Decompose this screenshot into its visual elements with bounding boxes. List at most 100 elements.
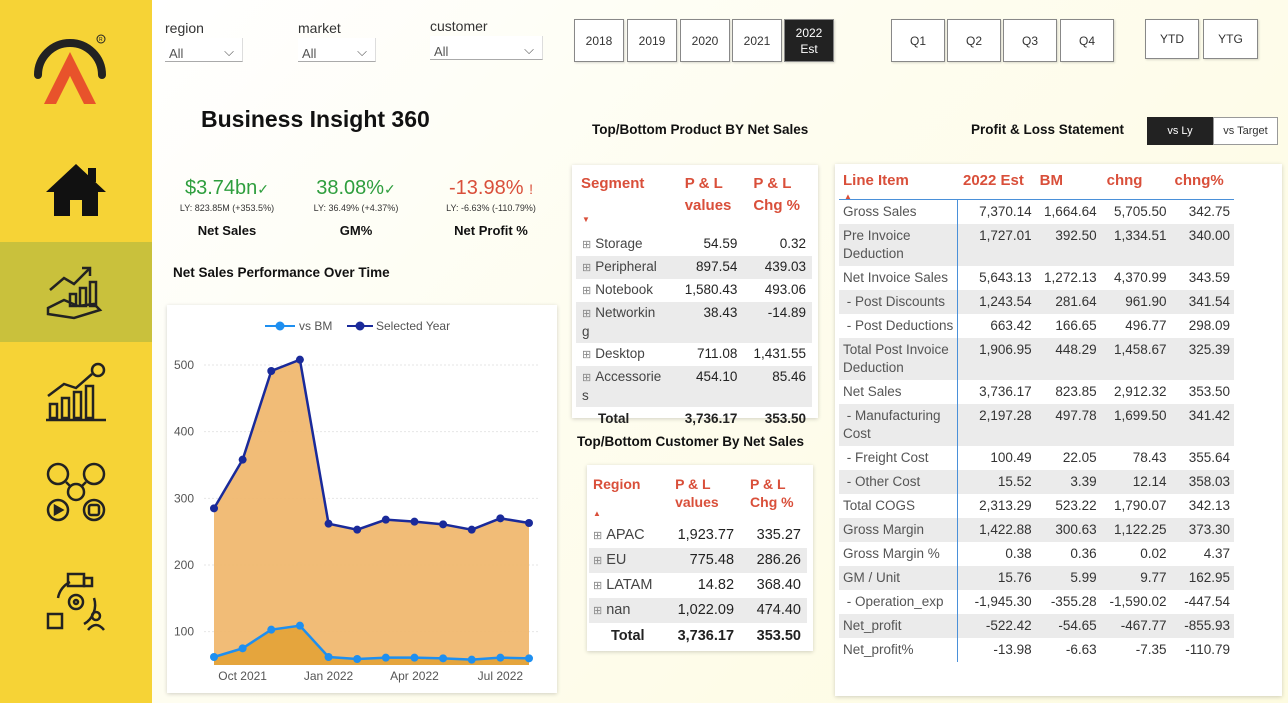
table-row[interactable]: ⊞ Storage 54.59 0.32	[576, 233, 812, 256]
quarter-button-q2[interactable]: Q2	[947, 19, 1001, 62]
table-cell: 15.52	[956, 470, 1036, 494]
market-filter[interactable]: market All ⌵	[298, 20, 378, 62]
expand-icon[interactable]: ⊞	[593, 530, 602, 542]
toggle-vs-target[interactable]: vs Target	[1213, 117, 1278, 145]
table-cell: ⊞ Accessorie s	[576, 366, 675, 407]
net-sales-chart[interactable]: 100 200 300 400 500 vs BM Selected Year Oct 202…	[167, 305, 557, 693]
vs-bm-point	[238, 644, 247, 653]
table-row[interactable]: ⊞ nan 1,022.09 474.40	[589, 598, 807, 623]
table-row[interactable]: - Post Deductions 663.42 166.65 496.77 298.0…	[839, 314, 1234, 338]
selected-year-point	[496, 514, 505, 523]
quarter-button-q4[interactable]: Q4	[1060, 19, 1114, 62]
expand-icon[interactable]: ⊞	[582, 262, 591, 274]
quarter-button-q3[interactable]: Q3	[1003, 19, 1057, 62]
table-row[interactable]: Gross Sales 7,370.14 1,664.64 5,705.50 342.7…	[839, 199, 1234, 224]
table-row[interactable]: ⊞ Desktop 711.08 1,431.55	[576, 343, 812, 366]
table-row[interactable]: - Other Cost 15.52 3.39 12.14 358.03	[839, 470, 1234, 494]
customer-select[interactable]: All ⌵	[430, 36, 543, 60]
expand-icon[interactable]: ⊞	[582, 239, 591, 251]
region-filter[interactable]: region All ⌵	[165, 20, 245, 62]
product_table-grid: Segment P & L values P & L Chg % ⊞ Storage 54…	[576, 171, 812, 430]
table-row[interactable]: Gross Margin 1,422.88 300.63 1,122.25 373.30	[839, 518, 1234, 542]
table-row[interactable]: ⊞ APAC 1,923.77 335.27	[589, 523, 807, 548]
expand-icon[interactable]: ⊞	[582, 372, 591, 384]
check-icon: ✓	[257, 181, 270, 197]
table-row[interactable]: - Post Discounts 1,243.54 281.64 961.90 341.…	[839, 290, 1234, 314]
product-table-title: Top/Bottom Product BY Net Sales	[592, 122, 809, 137]
table-row[interactable]: Net_profit -522.42 -54.65 -467.77 -855.93	[839, 614, 1234, 638]
customer-filter[interactable]: customer All ⌵	[430, 18, 544, 60]
table-row[interactable]: ⊞ EU 775.48 286.26	[589, 548, 807, 573]
column-header[interactable]: Segment	[576, 171, 675, 233]
chevron-down-icon: ⌵	[357, 44, 367, 59]
expand-icon[interactable]: ⊞	[593, 580, 602, 592]
table-row[interactable]: ⊞ LATAM 14.82 368.40	[589, 573, 807, 598]
x-tick-label: Jul 2022	[478, 669, 524, 683]
table-cell: -7.35	[1135, 642, 1167, 657]
column-header[interactable]: BM	[1036, 170, 1101, 200]
legend-label-vs-bm: vs BM	[299, 319, 332, 333]
table-cell: 4,370.99	[1113, 270, 1167, 285]
year-button-2022-est[interactable]: 2022 Est	[784, 19, 834, 62]
table-row[interactable]: ⊞ Notebook 1,580.43 493.06	[576, 279, 812, 302]
cell-value: Notebook	[595, 282, 654, 297]
table-row[interactable]: Net Invoice Sales 5,643.13 1,272.13 4,370.9…	[839, 266, 1234, 290]
selected-year-point	[381, 515, 390, 524]
cell-value: Networkin g	[582, 305, 656, 339]
table-row[interactable]: Total COGS 2,313.29 523.22 1,790.07 342.13	[839, 494, 1234, 518]
column-header[interactable]: 2022 Est	[957, 170, 1036, 200]
period-button-ytg[interactable]: YTG	[1203, 19, 1258, 59]
table-row[interactable]: ⊞ Peripheral 897.54 439.03	[576, 256, 812, 279]
x-tick-label: Oct 2021	[218, 669, 267, 683]
year-button-2019[interactable]: 2019	[627, 19, 677, 62]
column-header[interactable]: P & L values	[665, 473, 740, 523]
table-cell: 286.26	[740, 548, 807, 573]
expand-icon[interactable]: ⊞	[593, 555, 602, 567]
table-row[interactable]: Pre Invoice Deduction 1,727.01 392.50 1,334…	[839, 224, 1234, 266]
column-header[interactable]: P & L Chg %	[740, 473, 807, 523]
table-cell: -110.79	[1185, 642, 1230, 657]
column-header[interactable]: P & L values	[675, 171, 744, 233]
table-cell: Net Invoice Sales	[843, 270, 949, 285]
sidebar-item-growth[interactable]	[0, 242, 152, 342]
table-cell: 373.30	[1188, 522, 1230, 537]
table-row[interactable]: ⊞ Accessorie s 454.10 85.46	[576, 366, 812, 407]
sort-asc-icon[interactable]: ▲	[593, 509, 601, 518]
table-row[interactable]: ⊞ Networkin g 38.43 -14.89	[576, 302, 812, 343]
table-row[interactable]: Net_profit% -13.98 -6.63 -7.35 -110.79	[839, 638, 1234, 662]
table-row[interactable]: Net Sales 3,736.17 823.85 2,912.32 353.50	[839, 380, 1234, 404]
region-select[interactable]: All ⌵	[165, 38, 243, 62]
expand-icon[interactable]: ⊞	[582, 349, 591, 361]
period-button-ytd[interactable]: YTD	[1145, 19, 1199, 59]
sidebar-item-supply-chain[interactable]	[0, 552, 152, 652]
sidebar-item-finance[interactable]	[0, 342, 152, 442]
table-row[interactable]: - Freight Cost 100.49 22.05 78.43 355.64	[839, 446, 1234, 470]
market-select[interactable]: All ⌵	[298, 38, 376, 62]
table-cell: - Manufacturing Cost	[843, 408, 941, 441]
year-button-2018[interactable]: 2018	[574, 19, 624, 62]
table-row[interactable]: Total Post Invoice Deduction 1,906.95 448.…	[839, 338, 1234, 380]
year-button-2021[interactable]: 2021	[732, 19, 782, 62]
table-row[interactable]: - Manufacturing Cost 2,197.28 497.78 1,699.…	[839, 404, 1234, 446]
expand-icon[interactable]: ⊞	[582, 308, 591, 320]
expand-icon[interactable]: ⊞	[582, 285, 591, 297]
column-header[interactable]: P & L Chg %	[743, 171, 812, 233]
quarter-button-q1[interactable]: Q1	[891, 19, 945, 62]
year-button-2020[interactable]: 2020	[680, 19, 730, 62]
column-header[interactable]: Line Item	[839, 170, 957, 200]
column-header[interactable]: chng	[1101, 170, 1171, 200]
table-cell: -855.93	[1184, 618, 1230, 633]
table-row[interactable]: Gross Margin % 0.38 0.36 0.02 4.37	[839, 542, 1234, 566]
sort-desc-icon[interactable]: ▼	[582, 215, 590, 224]
toggle-vs-ly[interactable]: vs Ly	[1147, 117, 1213, 145]
table-cell: 14.82	[665, 573, 740, 598]
sidebar-item-home[interactable]	[0, 140, 152, 240]
expand-icon[interactable]: ⊞	[593, 605, 602, 617]
table-cell: 9.77	[1140, 570, 1167, 585]
table-row[interactable]: GM / Unit 15.76 5.99 9.77 162.95	[839, 566, 1234, 590]
sort-asc-icon[interactable]: ▲	[844, 192, 852, 201]
table-row[interactable]: - Operation_exp -1,945.30 -355.28 -1,590.02…	[839, 590, 1234, 614]
column-header[interactable]: chng%	[1171, 170, 1234, 200]
table-cell: ⊞ Peripheral	[576, 256, 675, 279]
sidebar-item-social[interactable]	[0, 442, 152, 542]
